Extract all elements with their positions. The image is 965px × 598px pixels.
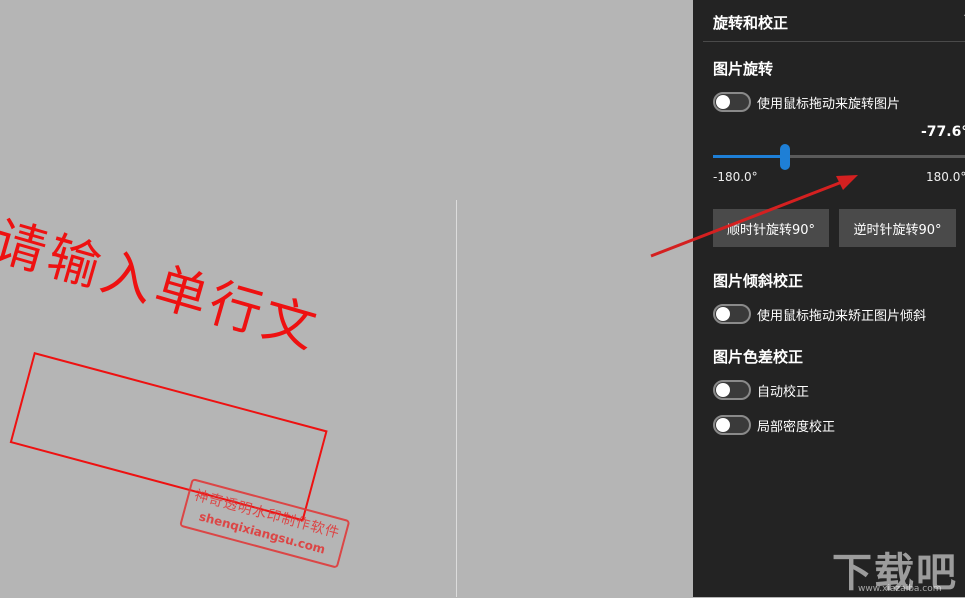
rotate-counterclockwise-button[interactable]: 逆时针旋转90°	[839, 209, 956, 247]
toggle-knob	[716, 418, 730, 432]
skew-mouse-toggle-row[interactable]: 使用鼠标拖动来矫正图片倾斜	[713, 303, 926, 325]
rotation-section-title: 图片旋转	[713, 60, 774, 78]
auto-correct-toggle[interactable]	[713, 380, 751, 400]
local-density-label: 局部密度校正	[757, 419, 836, 435]
rotation-slider-thumb[interactable]	[779, 144, 790, 170]
rotate-clockwise-button[interactable]: 顺时针旋转90°	[713, 209, 829, 247]
skew-mouse-toggle[interactable]	[713, 304, 751, 324]
skew-mouse-toggle-label: 使用鼠标拖动来矫正图片倾斜	[757, 308, 927, 324]
local-density-toggle-row[interactable]: 局部密度校正	[713, 414, 835, 436]
auto-correct-toggle-row[interactable]: 自动校正	[713, 379, 809, 401]
toggle-knob	[716, 95, 730, 109]
center-guide-line	[456, 200, 457, 597]
color-section-title: 图片色差校正	[713, 348, 804, 366]
toggle-knob	[716, 383, 730, 397]
slider-min-label: -180.0°	[713, 170, 758, 184]
rotate-mouse-toggle-row[interactable]: 使用鼠标拖动来旋转图片	[713, 91, 900, 113]
site-logo-url: www.xiazaiba.com	[858, 584, 942, 594]
skew-section-title: 图片倾斜校正	[713, 272, 804, 290]
local-density-toggle[interactable]	[713, 415, 751, 435]
toggle-knob	[716, 307, 730, 321]
panel-divider	[703, 41, 965, 42]
rotation-slider-fill	[713, 155, 785, 158]
rotate-correct-panel: 旋转和校正 ˄ 图片旋转 使用鼠标拖动来旋转图片 -77.6° -180.0° …	[693, 0, 965, 597]
auto-correct-label: 自动校正	[757, 384, 810, 400]
slider-max-label: 180.0°	[926, 170, 965, 184]
rotation-slider-track[interactable]	[713, 155, 965, 158]
rotate-mouse-toggle-label: 使用鼠标拖动来旋转图片	[757, 96, 901, 112]
image-canvas[interactable]: 请输入单行文 神奇透明水印制作软件 shenqixiangsu.com	[0, 0, 693, 597]
stamp-box	[9, 352, 328, 522]
rotate-mouse-toggle[interactable]	[713, 92, 751, 112]
panel-title: 旋转和校正	[713, 14, 789, 32]
rotation-value: -77.6°	[921, 124, 965, 140]
stamp-text: 请输入单行文	[0, 211, 327, 362]
